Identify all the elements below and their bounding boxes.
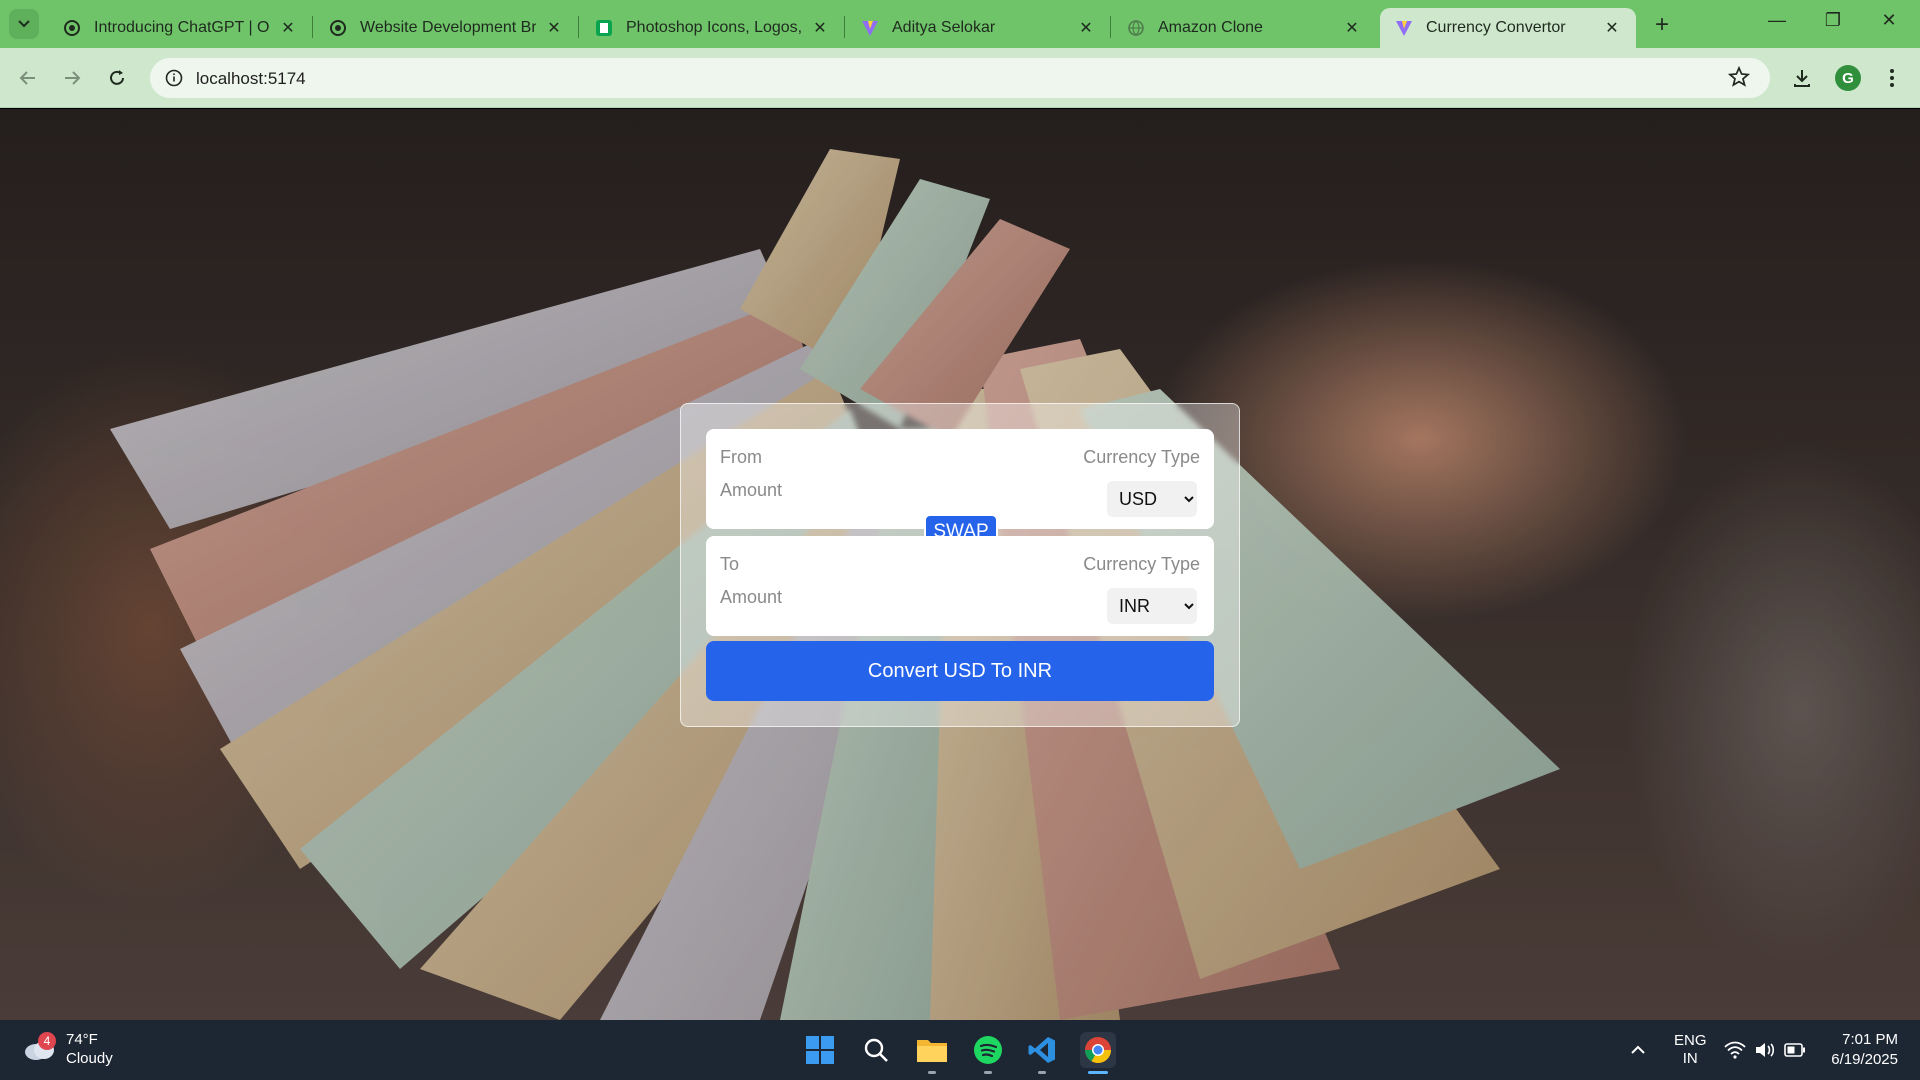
openai-icon: [62, 18, 82, 38]
reload-button[interactable]: [101, 62, 133, 94]
active-indicator: [1088, 1071, 1108, 1074]
running-indicator: [984, 1071, 992, 1074]
language-code: ENG: [1674, 1032, 1707, 1049]
tab-title: Currency Convertor: [1426, 19, 1566, 36]
tab-title: Website Development Bre: [360, 19, 536, 36]
download-icon: [1794, 70, 1810, 87]
tab-search-button[interactable]: [9, 9, 39, 39]
close-icon[interactable]: ✕: [1602, 18, 1622, 38]
chevron-up-icon: [1631, 1045, 1645, 1054]
globe-icon: [1126, 18, 1146, 38]
from-currency-type-label: Currency Type: [1083, 447, 1200, 467]
region-code: IN: [1682, 1050, 1698, 1067]
tab-divider: [844, 16, 845, 38]
tab-title: Introducing ChatGPT | Ope: [94, 19, 270, 36]
file-explorer-button[interactable]: [914, 1032, 950, 1068]
windows-logo-icon: [806, 1036, 834, 1064]
vscode-icon: [1028, 1037, 1055, 1063]
to-amount-input[interactable]: [720, 582, 1020, 612]
from-currency-select[interactable]: USD: [1107, 481, 1197, 517]
vscode-button[interactable]: [1024, 1032, 1060, 1068]
start-button[interactable]: [802, 1032, 838, 1068]
vite-icon: [860, 18, 880, 38]
weather-temp: 74°F: [66, 1031, 98, 1048]
close-icon[interactable]: ✕: [1076, 18, 1096, 38]
from-label: From: [720, 447, 762, 467]
avatar: G: [1835, 65, 1861, 91]
more-vert-icon: [1890, 69, 1894, 87]
search-button[interactable]: [858, 1032, 894, 1068]
tab-website-development[interactable]: Website Development Bre ✕: [314, 8, 578, 48]
vite-icon: [1394, 18, 1414, 38]
spotify-icon: [974, 1036, 1002, 1064]
from-amount-input[interactable]: [720, 475, 1020, 505]
weather-badge: 4: [38, 1032, 56, 1050]
system-tray-status[interactable]: [1724, 1020, 1806, 1080]
volume-icon: [1756, 1043, 1775, 1057]
to-currency-type-label: Currency Type: [1083, 554, 1200, 574]
new-tab-button[interactable]: +: [1648, 12, 1676, 40]
battery-icon: [1784, 1043, 1805, 1057]
weather-desc: Cloudy: [66, 1050, 113, 1067]
tab-aditya-selokar[interactable]: Aditya Selokar ✕: [846, 8, 1110, 48]
clock-date: 6/19/2025: [1831, 1051, 1898, 1068]
cloud-icon: 4: [22, 1032, 56, 1062]
browser-tab-bar: Introducing ChatGPT | Ope ✕ Website Deve…: [0, 0, 1920, 48]
close-icon[interactable]: ✕: [544, 18, 564, 38]
site-info-icon[interactable]: [162, 66, 186, 90]
address-bar[interactable]: localhost:5174: [150, 58, 1770, 98]
arrow-right-icon: [65, 71, 81, 85]
downloads-button[interactable]: [1786, 62, 1818, 94]
running-indicator: [1038, 1071, 1046, 1074]
folder-icon: [917, 1040, 947, 1062]
clock[interactable]: 7:01 PM 6/19/2025: [1831, 1030, 1898, 1070]
wifi-icon: [1724, 1041, 1746, 1059]
clock-time: 7:01 PM: [1842, 1031, 1898, 1048]
tab-title: Amazon Clone: [1158, 19, 1263, 36]
language-indicator[interactable]: ENG IN: [1674, 1020, 1707, 1080]
to-label: To: [720, 554, 740, 574]
close-icon[interactable]: ✕: [1342, 18, 1362, 38]
chrome-button[interactable]: [1080, 1032, 1116, 1068]
spotify-button[interactable]: [970, 1032, 1006, 1068]
search-icon: [864, 1038, 888, 1062]
forward-button[interactable]: [56, 62, 88, 94]
close-icon[interactable]: ✕: [278, 18, 298, 38]
tab-title: Photoshop Icons, Logos, S: [626, 19, 802, 36]
windows-taskbar: 4 74°F Cloudy ENG IN 7:01 PM 6/19/2025: [0, 1020, 1920, 1080]
green-square-icon: [594, 18, 614, 38]
tab-amazon-clone[interactable]: Amazon Clone ✕: [1112, 8, 1376, 48]
to-currency-select[interactable]: INR: [1107, 588, 1197, 624]
arrow-left-icon: [19, 71, 35, 85]
running-indicator: [928, 1071, 936, 1074]
minimize-button[interactable]: —: [1762, 10, 1792, 40]
tab-title: Aditya Selokar: [892, 19, 996, 36]
currency-converter-card: From Currency Type USD SWAP To Currency …: [680, 403, 1240, 727]
restore-button[interactable]: ❐: [1818, 10, 1848, 40]
to-section: To Currency Type INR: [706, 536, 1214, 636]
profile-button[interactable]: G: [1832, 62, 1864, 94]
tab-chatgpt[interactable]: Introducing ChatGPT | Ope ✕: [48, 8, 312, 48]
weather-widget[interactable]: 4 74°F Cloudy: [22, 1030, 113, 1068]
page-viewport: From Currency Type USD SWAP To Currency …: [0, 109, 1920, 1020]
chevron-down-icon: [18, 20, 30, 28]
browser-menu-button[interactable]: [1876, 62, 1908, 94]
tab-photoshop-icons[interactable]: Photoshop Icons, Logos, S ✕: [580, 8, 844, 48]
close-icon[interactable]: ✕: [810, 18, 830, 38]
show-hidden-icons-button[interactable]: [1630, 1020, 1646, 1080]
bookmark-star-icon[interactable]: [1727, 65, 1752, 90]
back-button[interactable]: [12, 62, 44, 94]
tab-divider: [312, 16, 313, 38]
browser-toolbar: localhost:5174 G: [0, 48, 1920, 108]
tab-divider: [578, 16, 579, 38]
tab-divider: [1110, 16, 1111, 38]
convert-button[interactable]: Convert USD To INR: [706, 641, 1214, 701]
close-window-button[interactable]: ✕: [1874, 10, 1904, 40]
reload-icon: [110, 70, 124, 85]
openai-icon: [328, 18, 348, 38]
chrome-icon: [1084, 1037, 1112, 1064]
tab-currency-convertor[interactable]: Currency Convertor ✕: [1380, 8, 1636, 48]
url-text[interactable]: localhost:5174: [196, 69, 306, 89]
